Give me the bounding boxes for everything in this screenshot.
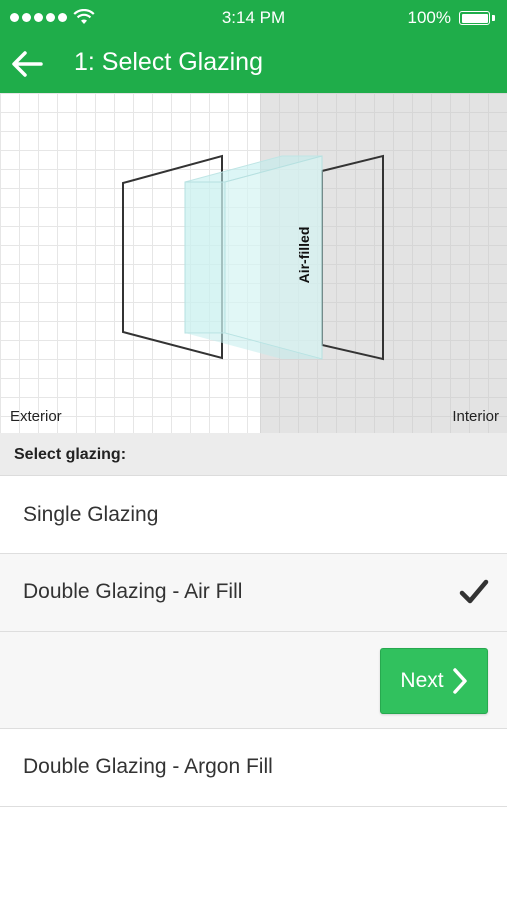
option-double-glazing-air[interactable]: Double Glazing - Air Fill (0, 554, 507, 632)
section-title: Select glazing: (14, 446, 127, 463)
next-button[interactable]: Next (380, 648, 488, 714)
option-label: Double Glazing - Air Fill (23, 580, 243, 603)
interior-pane (321, 154, 384, 361)
battery-percent: 100% (407, 8, 451, 27)
option-label: Single Glazing (23, 503, 159, 526)
app-bar: 1: Select Glazing (0, 36, 507, 93)
status-bar: 3:14 PM 100% (0, 0, 507, 36)
page-title: 1: Select Glazing (74, 48, 263, 76)
option-label: Double Glazing - Argon Fill (23, 755, 273, 778)
exterior-label: Exterior (10, 408, 62, 425)
next-button-label: Next (400, 669, 444, 692)
status-right: 100% (408, 8, 495, 28)
interior-label: Interior (452, 408, 499, 425)
next-area: Next (0, 632, 507, 729)
back-arrow-icon (12, 51, 43, 77)
chevron-right-icon (452, 668, 467, 694)
glazing-illustration: Air-filled (122, 154, 384, 361)
checkmark-icon (459, 579, 489, 604)
section-header: Select glazing: (0, 433, 507, 476)
gas-fill-label: Air-filled (296, 227, 312, 284)
glazing-diagram: Air-filled Exterior Interior (0, 93, 507, 433)
option-single-glazing[interactable]: Single Glazing (0, 476, 507, 554)
gas-slab-front (184, 181, 226, 334)
battery-icon (459, 10, 495, 26)
back-button[interactable] (8, 46, 46, 82)
option-double-glazing-argon[interactable]: Double Glazing - Argon Fill (0, 729, 507, 807)
